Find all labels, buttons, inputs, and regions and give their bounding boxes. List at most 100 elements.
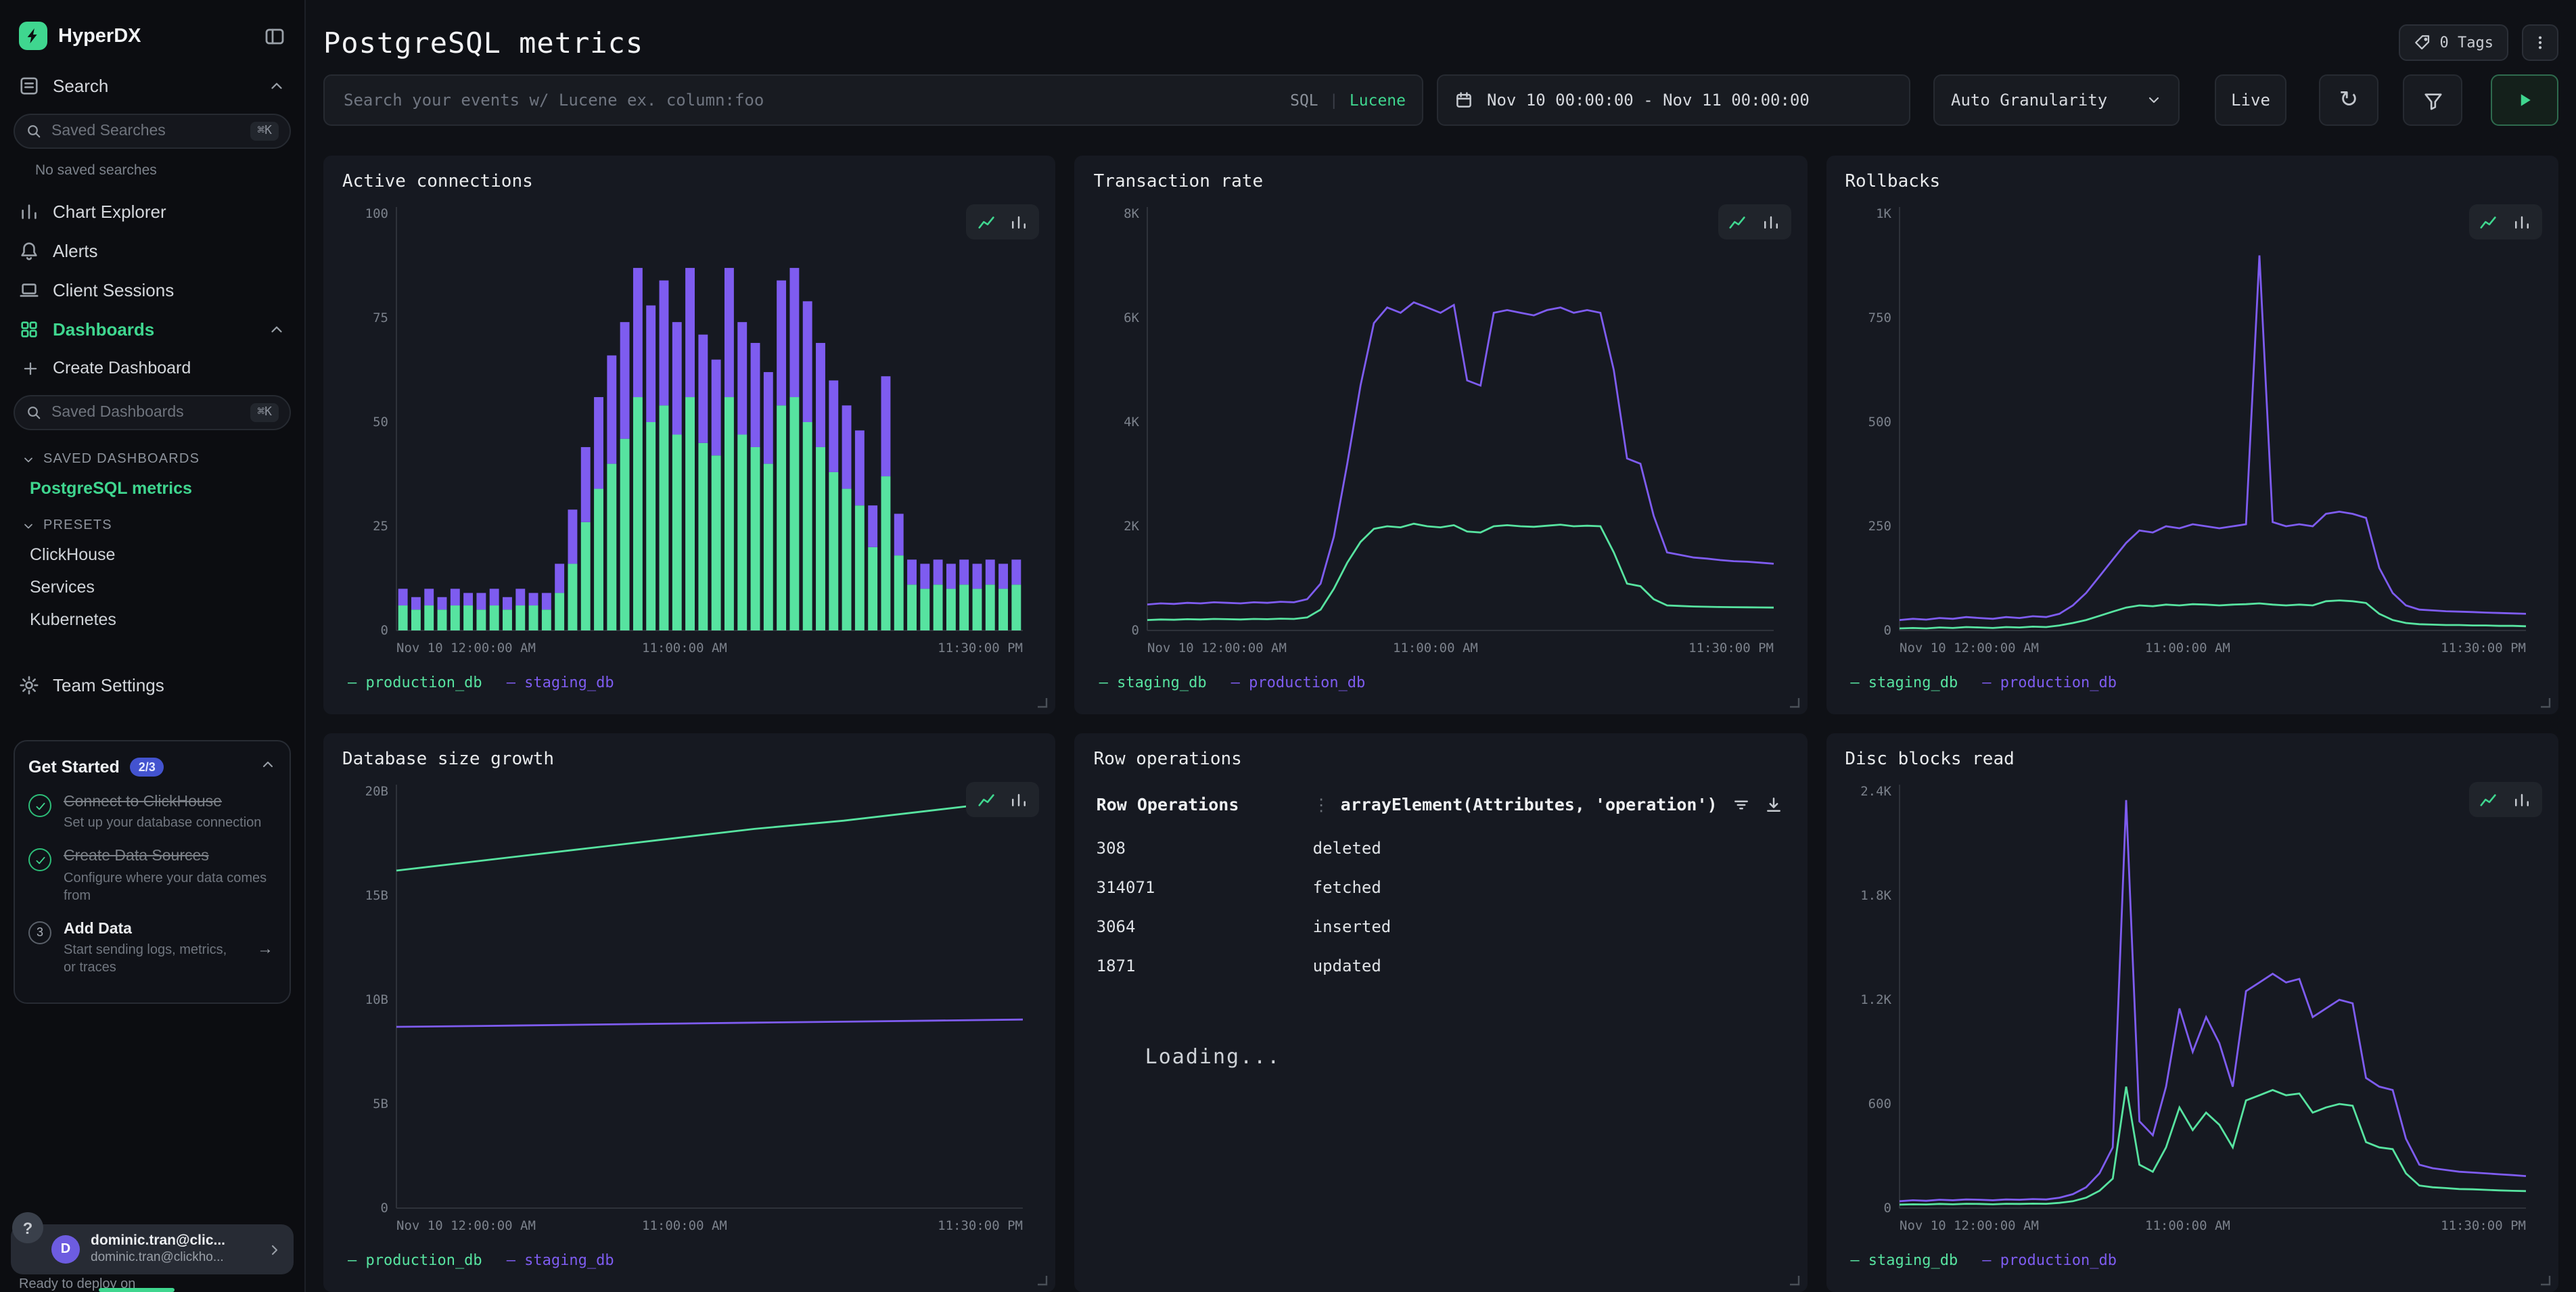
preset-link-clickhouse[interactable]: ClickHouse — [0, 538, 304, 571]
gear-icon — [19, 675, 39, 695]
chart-canvas[interactable]: 02505007501KNov 10 12:00:00 AM11:00:00 A… — [1845, 198, 2539, 666]
sidebar-item-alerts[interactable]: Alerts — [0, 231, 304, 271]
svg-text:10B: 10B — [365, 992, 388, 1007]
line-chart-toggle-icon[interactable] — [1722, 208, 1754, 235]
bar-chart-toggle-icon[interactable] — [2506, 208, 2538, 235]
table-header-col2[interactable]: arrayElement(Attributes, 'operation') — [1341, 794, 1718, 814]
preset-link-services[interactable]: Services — [0, 571, 304, 603]
section-presets[interactable]: PRESETS — [0, 505, 304, 538]
get-started-header[interactable]: Get Started 2/3 — [28, 755, 276, 779]
get-started-item-sources[interactable]: Create Data Sources Configure where your… — [28, 848, 276, 905]
sql-toggle[interactable]: SQL — [1290, 91, 1318, 110]
chevron-up-icon[interactable] — [260, 756, 276, 772]
bar-chart-toggle-icon[interactable] — [1003, 208, 1036, 235]
line-chart-toggle-icon[interactable] — [2473, 786, 2506, 813]
clickhouse-cloud-link-partial[interactable] — [99, 1288, 175, 1292]
table-row[interactable]: 1871updated — [1094, 946, 1789, 985]
bar-chart-toggle-icon[interactable] — [1003, 786, 1036, 813]
user-menu[interactable]: D dominic.tran@clic... dominic.tran@clic… — [11, 1224, 294, 1274]
granularity-select[interactable]: Auto Granularity — [1933, 74, 2180, 126]
search-input[interactable] — [341, 89, 1276, 111]
resize-handle-icon[interactable] — [1036, 1273, 1049, 1287]
get-started-title: Get Started — [28, 758, 120, 777]
line-chart-toggle-icon[interactable] — [2473, 208, 2506, 235]
svg-text:11:30:00 PM: 11:30:00 PM — [938, 641, 1023, 655]
chart-card-database-size-growth: Database size growth 05B10B15B20BNov 10 … — [323, 733, 1056, 1292]
resize-handle-icon[interactable] — [1787, 1273, 1800, 1287]
legend-item[interactable]: — staging_db — [507, 1251, 614, 1268]
table-card-row-operations: Row operations Row Operations ⋮ arrayEle… — [1075, 733, 1808, 1292]
resize-handle-icon[interactable] — [1036, 695, 1049, 709]
filter-lines-icon[interactable] — [1731, 795, 1750, 814]
get-started-item-connect[interactable]: Connect to ClickHouse Set up your databa… — [28, 793, 276, 833]
svg-text:250: 250 — [1868, 519, 1891, 534]
sidebar-item-dashboards[interactable]: Dashboards — [0, 310, 304, 349]
kebab-icon — [2531, 34, 2549, 51]
download-icon[interactable] — [1764, 795, 1782, 814]
time-range-picker[interactable]: Nov 10 00:00:00 - Nov 11 00:00:00 — [1437, 74, 1910, 126]
svg-text:6K: 6K — [1124, 310, 1140, 325]
table-row[interactable]: 3064inserted — [1094, 906, 1789, 946]
table-row[interactable]: 314071fetched — [1094, 867, 1789, 906]
run-query-button[interactable] — [2491, 74, 2558, 126]
chart-type-toggle — [967, 204, 1040, 239]
legend-item[interactable]: — staging_db — [1099, 673, 1207, 691]
section-saved-dashboards[interactable]: SAVED DASHBOARDS — [0, 438, 304, 472]
granularity-value: Auto Granularity — [1951, 91, 2135, 110]
chevron-up-icon[interactable] — [268, 77, 285, 95]
dashboard-menu-button[interactable] — [2522, 24, 2558, 61]
svg-text:11:30:00 PM: 11:30:00 PM — [1689, 641, 1774, 655]
chevron-up-icon[interactable] — [268, 321, 285, 338]
toolbar: SQL | Lucene Nov 10 00:00:00 - Nov 11 00… — [323, 74, 2558, 126]
live-button[interactable]: Live — [2215, 74, 2286, 126]
resize-handle-icon[interactable] — [2538, 1273, 2552, 1287]
legend-item[interactable]: — production_db — [348, 673, 482, 691]
table-row[interactable]: 308deleted — [1094, 828, 1789, 867]
legend-item[interactable]: — production_db — [1982, 1251, 2117, 1268]
shortcut-badge: ⌘K — [250, 122, 279, 141]
chart-canvas[interactable]: 02K4K6K8KNov 10 12:00:00 AM11:00:00 AM11… — [1094, 198, 1789, 666]
main-content: PostgreSQL metrics 0 Tags SQL | Lucene — [306, 0, 2576, 1292]
create-dashboard-button[interactable]: Create Dashboard — [0, 349, 304, 387]
resize-handle-icon[interactable] — [1787, 695, 1800, 709]
tags-button[interactable]: 0 Tags — [2399, 24, 2509, 61]
svg-text:1K: 1K — [1875, 206, 1891, 221]
filter-button[interactable] — [2403, 74, 2462, 126]
sidebar-item-client-sessions[interactable]: Client Sessions — [0, 271, 304, 310]
dashboard-link-postgresql-metrics[interactable]: PostgreSQL metrics — [0, 472, 304, 505]
lucene-toggle[interactable]: Lucene — [1350, 91, 1406, 110]
legend-item[interactable]: — staging_db — [507, 673, 614, 691]
bar-chart-toggle-icon[interactable] — [1754, 208, 1787, 235]
collapse-sidebar-icon[interactable] — [264, 25, 285, 47]
get-started-item-add-data[interactable]: 3 Add Data Start sending logs, metrics, … — [28, 920, 276, 977]
saved-searches-input[interactable]: Saved Searches ⌘K — [14, 114, 291, 149]
legend-item[interactable]: — staging_db — [1850, 1251, 1958, 1268]
sidebar-item-team-settings[interactable]: Team Settings — [0, 666, 304, 705]
saved-dashboards-input[interactable]: Saved Dashboards ⌘K — [14, 395, 291, 430]
line-chart-toggle-icon[interactable] — [971, 786, 1003, 813]
column-menu-icon[interactable]: ⋮ — [1313, 794, 1330, 814]
resize-handle-icon[interactable] — [2538, 695, 2552, 709]
refresh-button[interactable]: ↻ — [2319, 74, 2378, 126]
table-header-col1[interactable]: Row Operations — [1097, 794, 1313, 814]
legend-item[interactable]: — production_db — [1231, 673, 1366, 691]
chart-legend: — staging_db — production_db — [1845, 666, 2539, 698]
svg-text:75: 75 — [373, 310, 388, 325]
get-started-card: Get Started 2/3 Connect to ClickHouse Se… — [14, 740, 291, 1004]
legend-item[interactable]: — production_db — [348, 1251, 482, 1268]
user-name: dominic.tran@clic... — [91, 1232, 256, 1250]
sidebar-item-search[interactable]: Search — [0, 66, 304, 106]
line-chart-toggle-icon[interactable] — [971, 208, 1003, 235]
search-icon — [26, 405, 42, 421]
chart-canvas[interactable]: 06001.2K1.8K2.4KNov 10 12:00:00 AM11:00:… — [1845, 775, 2539, 1243]
sidebar-item-chart-explorer[interactable]: Chart Explorer — [0, 192, 304, 231]
sidebar-item-label: Dashboards — [53, 319, 254, 340]
sidebar-item-label: Client Sessions — [53, 280, 285, 300]
preset-link-kubernetes[interactable]: Kubernetes — [0, 603, 304, 636]
chart-canvas[interactable]: 05B10B15B20BNov 10 12:00:00 AM11:00:00 A… — [342, 775, 1037, 1243]
legend-item[interactable]: — staging_db — [1850, 673, 1958, 691]
chart-canvas[interactable]: 0255075100Nov 10 12:00:00 AM11:00:00 AM1… — [342, 198, 1037, 666]
bar-chart-toggle-icon[interactable] — [2506, 786, 2538, 813]
legend-item[interactable]: — production_db — [1982, 673, 2117, 691]
help-button[interactable]: ? — [12, 1212, 43, 1243]
